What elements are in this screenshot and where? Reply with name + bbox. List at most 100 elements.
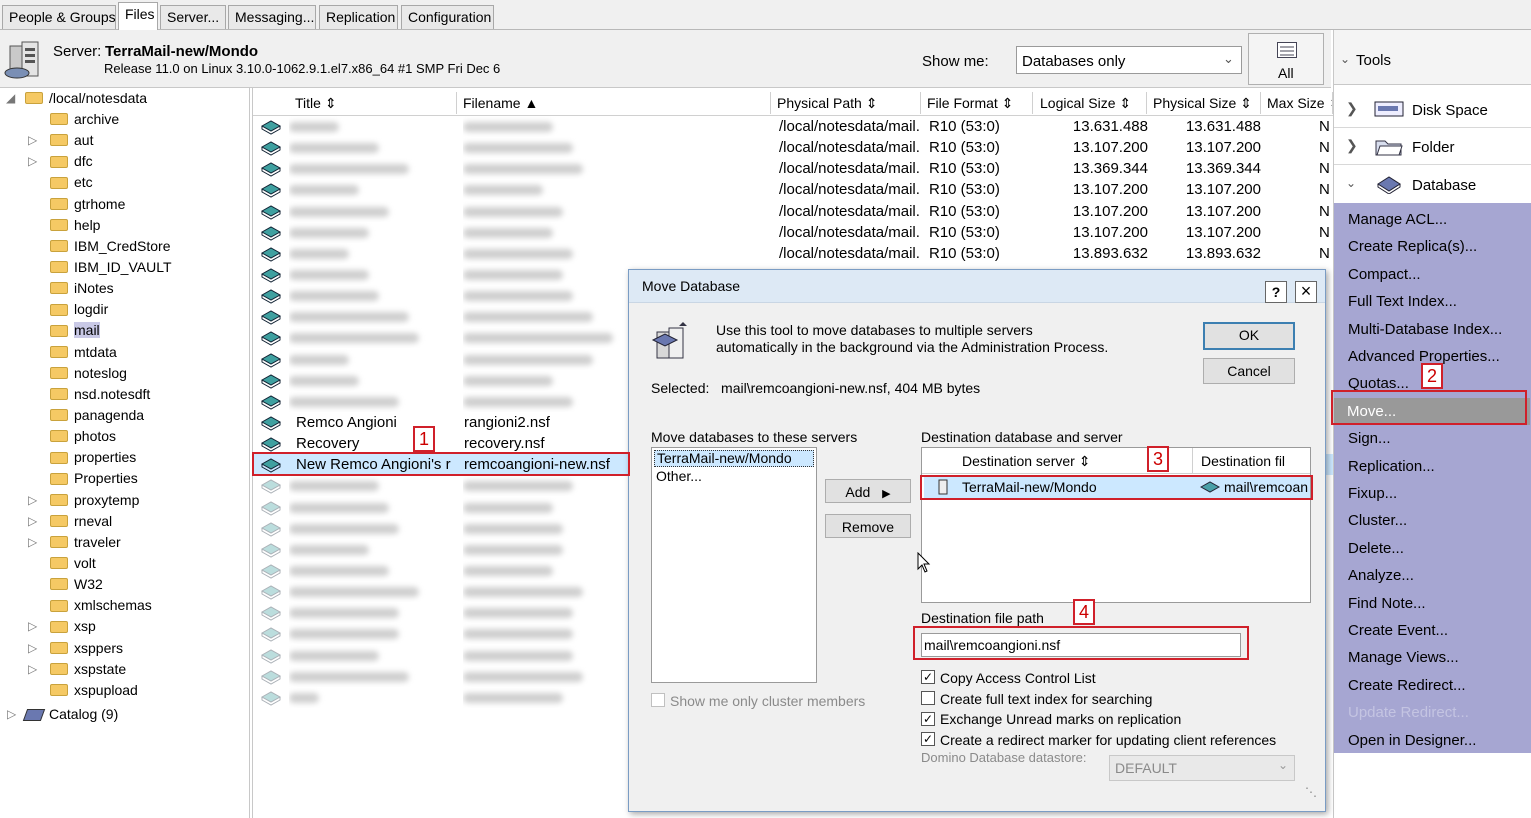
section-disk-space[interactable]: ❯ Disk Space — [1334, 92, 1531, 128]
tree-item[interactable]: gtrhome — [50, 194, 125, 215]
tools-header[interactable]: ⌄ Tools — [1334, 30, 1531, 85]
option-checkbox[interactable]: ✓ Create a redirect marker for updating c… — [921, 731, 1276, 751]
col-logical-size[interactable]: Logical Size ⇕ — [1034, 92, 1147, 114]
action-item[interactable]: Compact... — [1348, 266, 1421, 283]
tree-item[interactable]: Properties — [50, 468, 138, 489]
tree-item[interactable]: xmlschemas — [50, 595, 152, 616]
server-icon — [4, 38, 44, 80]
tree-item[interactable]: volt — [50, 553, 96, 574]
tree-item[interactable]: IBM_ID_VAULT — [50, 257, 172, 278]
servers-list[interactable]: TerraMail-new/Mondo Other... — [651, 447, 817, 683]
tree-item[interactable]: noteslog — [50, 363, 127, 384]
tab-messaging[interactable]: Messaging... — [228, 5, 316, 29]
action-item[interactable]: Analyze... — [1348, 567, 1414, 584]
add-button[interactable]: Add ▶ — [825, 479, 911, 503]
action-item[interactable]: Replication... — [1348, 458, 1435, 475]
table-row[interactable]: /local/notesdata/mail. R10 (53:0) 13.893.6… — [253, 243, 1333, 264]
col-filename[interactable]: Filename ▲ — [457, 92, 771, 114]
datastore-select[interactable]: DEFAULT ⌄ — [1109, 755, 1295, 781]
tree-item[interactable]: help — [50, 215, 100, 236]
option-checkbox[interactable]: ✓ Exchange Unread marks on replication — [921, 710, 1181, 730]
tree-item[interactable]: ▷ proxytemp — [28, 490, 139, 511]
tree-item[interactable]: nsd.notesdft — [50, 384, 150, 405]
tree-item[interactable]: IBM_CredStore — [50, 236, 170, 257]
table-row[interactable]: /local/notesdata/mail. R10 (53:0) 13.631.4… — [253, 116, 1333, 137]
tab-configuration[interactable]: Configuration — [401, 5, 494, 29]
tree-item[interactable]: ▷ dfc — [28, 151, 93, 172]
collapsed-icon: ▷ — [28, 513, 38, 528]
section-folder[interactable]: ❯ Folder — [1334, 129, 1531, 165]
tree-item[interactable]: ▷ aut — [28, 130, 93, 151]
tree-item[interactable]: ▷ traveler — [28, 532, 121, 553]
table-row[interactable]: /local/notesdata/mail. R10 (53:0) 13.107.2… — [253, 201, 1333, 222]
action-item[interactable]: Open in Designer... — [1348, 732, 1476, 749]
tree-item[interactable]: etc — [50, 172, 93, 193]
col-max-size[interactable]: Max Size ⇕ — [1261, 92, 1333, 114]
action-item[interactable]: Manage Views... — [1348, 649, 1459, 666]
tree-item[interactable]: logdir — [50, 299, 108, 320]
database-icon — [260, 520, 282, 537]
action-item[interactable]: Delete... — [1348, 540, 1404, 557]
database-actions: Manage ACL... Create Replica(s)... Compact… — [1334, 203, 1531, 753]
tree-item[interactable]: ▷ xsp — [28, 616, 96, 637]
tree-root[interactable]: ◢ /local/notesdata — [6, 88, 147, 109]
tree-item[interactable]: ▷ rneval — [28, 511, 112, 532]
action-item[interactable]: Full Text Index... — [1348, 293, 1457, 310]
ok-button[interactable]: OK — [1203, 322, 1295, 350]
folder-icon — [50, 240, 68, 253]
tree-item[interactable]: xspupload — [50, 680, 138, 701]
server-item-terramail[interactable]: TerraMail-new/Mondo — [654, 450, 814, 467]
show-me-select[interactable]: Databases only ⌄ — [1016, 46, 1242, 74]
help-button[interactable]: ? — [1265, 281, 1287, 303]
remove-button[interactable]: Remove — [825, 514, 911, 538]
tree-item[interactable]: properties — [50, 447, 136, 468]
tree-item-label: gtrhome — [74, 195, 126, 212]
cancel-button[interactable]: Cancel — [1203, 358, 1295, 384]
col-title[interactable]: Title ⇕ — [289, 92, 457, 114]
action-item[interactable]: Find Note... — [1348, 595, 1426, 612]
row-title — [289, 581, 449, 602]
all-button[interactable]: All — [1248, 33, 1324, 85]
tree-item[interactable]: W32 — [50, 574, 103, 595]
col-file-format[interactable]: File Format ⇕ — [921, 92, 1033, 114]
table-row[interactable]: /local/notesdata/mail. R10 (53:0) 13.369.3… — [253, 158, 1333, 179]
action-item[interactable]: Create Replica(s)... — [1348, 238, 1477, 255]
cluster-only-checkbox[interactable]: Show me only cluster members — [651, 692, 865, 712]
tree-item[interactable]: mtdata — [50, 342, 117, 363]
tab-replication[interactable]: Replication — [319, 5, 398, 29]
col-destination-server[interactable]: Destination server ⇕ — [962, 453, 1090, 470]
tree-item[interactable]: ▷ xsppers — [28, 638, 123, 659]
action-item[interactable]: Create Event... — [1348, 622, 1448, 639]
resize-grip-icon[interactable]: ⋱ — [1305, 785, 1317, 799]
tab-people-groups[interactable]: People & Groups — [2, 5, 116, 29]
tree-item[interactable]: ▷ xspstate — [28, 659, 126, 680]
tree-item[interactable]: mail — [50, 320, 100, 341]
action-item[interactable]: Manage ACL... — [1348, 211, 1447, 228]
option-checkbox[interactable]: ✓ Copy Access Control List — [921, 669, 1096, 689]
table-row[interactable]: /local/notesdata/mail. R10 (53:0) 13.107.2… — [253, 137, 1333, 158]
action-item[interactable]: Create Redirect... — [1348, 677, 1466, 694]
table-row[interactable]: /local/notesdata/mail. R10 (53:0) 13.107.2… — [253, 179, 1333, 200]
option-checkbox[interactable]: Create full text index for searching — [921, 690, 1152, 710]
col-destination-file[interactable]: Destination fil — [1201, 453, 1285, 469]
tab-server[interactable]: Server... — [160, 5, 226, 29]
server-item-other[interactable]: Other... — [656, 468, 702, 484]
col-physical-size[interactable]: Physical Size ⇕ — [1147, 92, 1261, 114]
action-item[interactable]: Multi-Database Index... — [1348, 321, 1502, 338]
tree-item[interactable]: archive — [50, 109, 119, 130]
tab-files[interactable]: Files — [118, 2, 158, 30]
tree-item[interactable]: iNotes — [50, 278, 114, 299]
action-item[interactable]: Fixup... — [1348, 485, 1397, 502]
tree-catalog[interactable]: ▷ Catalog (9) — [7, 704, 118, 725]
table-row[interactable]: /local/notesdata/mail. R10 (53:0) 13.107.2… — [253, 222, 1333, 243]
col-physical-path[interactable]: Physical Path ⇕ — [771, 92, 921, 114]
action-item[interactable]: Sign... — [1348, 430, 1391, 447]
close-button[interactable]: × — [1295, 281, 1317, 303]
row-format: R10 (53:0) — [929, 181, 1000, 199]
tree-item[interactable]: photos — [50, 426, 116, 447]
section-database[interactable]: ⌄ Database — [1334, 166, 1531, 202]
tree-item[interactable]: panagenda — [50, 405, 144, 426]
action-item[interactable]: Update Redirect... — [1348, 704, 1469, 721]
action-item[interactable]: Cluster... — [1348, 512, 1407, 529]
database-icon — [1376, 174, 1402, 197]
